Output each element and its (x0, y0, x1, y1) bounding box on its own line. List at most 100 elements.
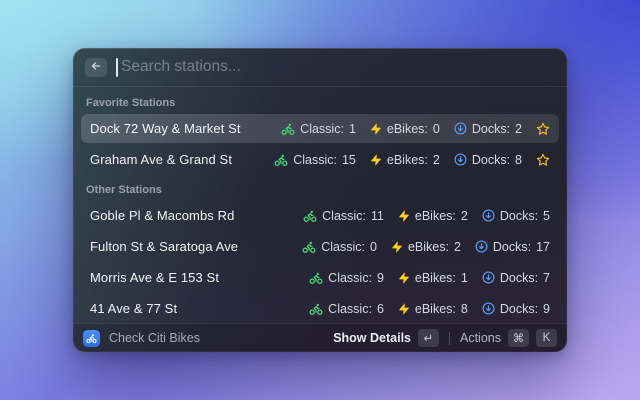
back-button[interactable] (85, 58, 107, 77)
classic-bike-count: Classic: 9 (309, 271, 384, 285)
dock-arrow-down-circle-count: Docks: 9 (482, 302, 550, 316)
dock-arrow-down-circle-icon (454, 153, 467, 166)
dock-arrow-down-circle-count: Docks: 2 (454, 122, 522, 136)
meta-label: eBikes: (415, 209, 456, 223)
station-meta: Classic: 11 eBikes: 2 Docks: 5 (303, 209, 550, 223)
station-name: Dock 72 Way & Market St (90, 121, 281, 136)
dock-arrow-down-circle-icon (475, 240, 488, 253)
citibike-app-icon (83, 330, 100, 347)
favorite-star-icon[interactable] (536, 122, 550, 136)
ebike-lightning-icon (370, 123, 382, 135)
dock-arrow-down-circle-icon (454, 122, 467, 135)
meta-label: Classic: (293, 153, 337, 167)
meta-value: 15 (342, 153, 356, 167)
meta-label: Classic: (300, 122, 344, 136)
meta-value: 0 (370, 240, 377, 254)
classic-bike-count: Classic:6 (309, 302, 384, 316)
dock-arrow-down-circle-count: Docks: 17 (475, 240, 550, 254)
text-cursor (116, 58, 118, 77)
station-name: Goble Pl & Macombs Rd (90, 208, 303, 223)
ebike-lightning-icon (398, 210, 410, 222)
ebike-lightning-count: eBikes: 1 (398, 271, 468, 285)
meta-label: Docks: (493, 240, 531, 254)
ebike-lightning-count: eBikes:2 (370, 153, 440, 167)
desktop-background: Favorite StationsDock 72 Way & Market St… (0, 0, 640, 400)
meta-value: 5 (543, 209, 550, 223)
ebike-lightning-count: eBikes:8 (398, 302, 468, 316)
classic-bike-icon (281, 122, 295, 136)
meta-value: 17 (536, 240, 550, 254)
meta-value: 11 (371, 209, 384, 223)
station-meta: Classic: 15 eBikes:2 Docks:8 (274, 153, 550, 167)
meta-value: 2 (461, 209, 468, 223)
ebike-lightning-icon (398, 272, 410, 284)
ebike-lightning-icon (391, 241, 403, 253)
footer-right: Show Details ↵ Actions ⌘ K (333, 329, 557, 347)
meta-value: 9 (543, 302, 550, 316)
meta-label: Docks: (500, 209, 538, 223)
section-header: Other Stations (81, 176, 559, 201)
ebike-lightning-icon (370, 154, 382, 166)
station-meta: Classic:6 eBikes:8 Docks: 9 (309, 302, 550, 316)
meta-value: 9 (377, 271, 384, 285)
classic-bike-icon (309, 302, 323, 316)
dock-arrow-down-circle-count: Docks: 7 (482, 271, 550, 285)
station-row[interactable]: Morris Ave & E 153 St Classic: 9 eBikes: 1 Do… (81, 263, 559, 292)
station-name: 41 Ave & 77 St (90, 301, 309, 316)
favorite-star-icon[interactable] (536, 153, 550, 167)
meta-value: 2 (454, 240, 461, 254)
meta-value: 2 (433, 153, 440, 167)
meta-value: 0 (433, 122, 440, 136)
dock-arrow-down-circle-count: Docks:8 (454, 153, 522, 167)
station-meta: Classic: 1 eBikes: 0 Docks: 2 (281, 122, 550, 136)
station-name: Morris Ave & E 153 St (90, 270, 309, 285)
meta-value: 8 (515, 153, 522, 167)
ebike-lightning-icon (398, 303, 410, 315)
meta-value: 1 (461, 271, 468, 285)
meta-label: Docks: (500, 302, 538, 316)
station-row[interactable]: 41 Ave & 77 StClassic:6 eBikes:8 Docks: 9 (81, 294, 559, 323)
back-arrow-icon (90, 60, 102, 75)
enter-keycap[interactable]: ↵ (418, 329, 439, 347)
meta-label: eBikes: (387, 122, 428, 136)
station-row[interactable]: Fulton St & Saratoga AveClassic:0eBikes:… (81, 232, 559, 261)
station-row[interactable]: Goble Pl & Macombs RdClassic:11eBikes:2D… (81, 201, 559, 230)
station-row[interactable]: Graham Ave & Grand St Classic: 15 eBikes:2 D… (81, 145, 559, 174)
station-row[interactable]: Dock 72 Way & Market St Classic: 1 eBikes: 0… (81, 114, 559, 143)
meta-label: Classic: (321, 240, 365, 254)
classic-bike-icon (274, 153, 288, 167)
meta-label: eBikes: (415, 302, 456, 316)
show-details-button[interactable]: Show Details (333, 331, 411, 345)
ebike-lightning-count: eBikes:2 (391, 240, 461, 254)
station-meta: Classic: 0 eBikes:2 Docks: 17 (302, 240, 550, 254)
cmd-keycap[interactable]: ⌘ (508, 329, 529, 347)
meta-value: 2 (515, 122, 522, 136)
footer-bar: Check Citi Bikes Show Details ↵ Actions … (73, 323, 567, 352)
dock-arrow-down-circle-icon (482, 271, 495, 284)
launcher-window: Favorite StationsDock 72 Way & Market St… (73, 48, 567, 352)
meta-label: Docks: (472, 122, 510, 136)
footer-divider (449, 332, 450, 345)
dock-arrow-down-circle-count: Docks: 5 (482, 209, 550, 223)
meta-value: 7 (543, 271, 550, 285)
station-list: Favorite StationsDock 72 Way & Market St… (73, 87, 567, 323)
classic-bike-count: Classic: 11 (303, 209, 384, 223)
dock-arrow-down-circle-icon (482, 302, 495, 315)
classic-bike-count: Classic: 1 (281, 122, 356, 136)
classic-bike-count: Classic: 15 (274, 153, 356, 167)
ebike-lightning-count: eBikes: 0 (370, 122, 440, 136)
station-name: Graham Ave & Grand St (90, 152, 274, 167)
ebike-lightning-count: eBikes: 2 (398, 209, 468, 223)
meta-label: Classic: (328, 271, 372, 285)
meta-label: Classic: (322, 209, 366, 223)
meta-label: eBikes: (415, 271, 456, 285)
k-keycap[interactable]: K (536, 329, 557, 347)
meta-value: 1 (349, 122, 356, 136)
meta-label: Docks: (500, 271, 538, 285)
dock-arrow-down-circle-icon (482, 209, 495, 222)
search-input[interactable] (121, 58, 555, 76)
meta-label: Classic: (328, 302, 372, 316)
classic-bike-icon (309, 271, 323, 285)
classic-bike-count: Classic: 0 (302, 240, 377, 254)
actions-button[interactable]: Actions (460, 331, 501, 345)
